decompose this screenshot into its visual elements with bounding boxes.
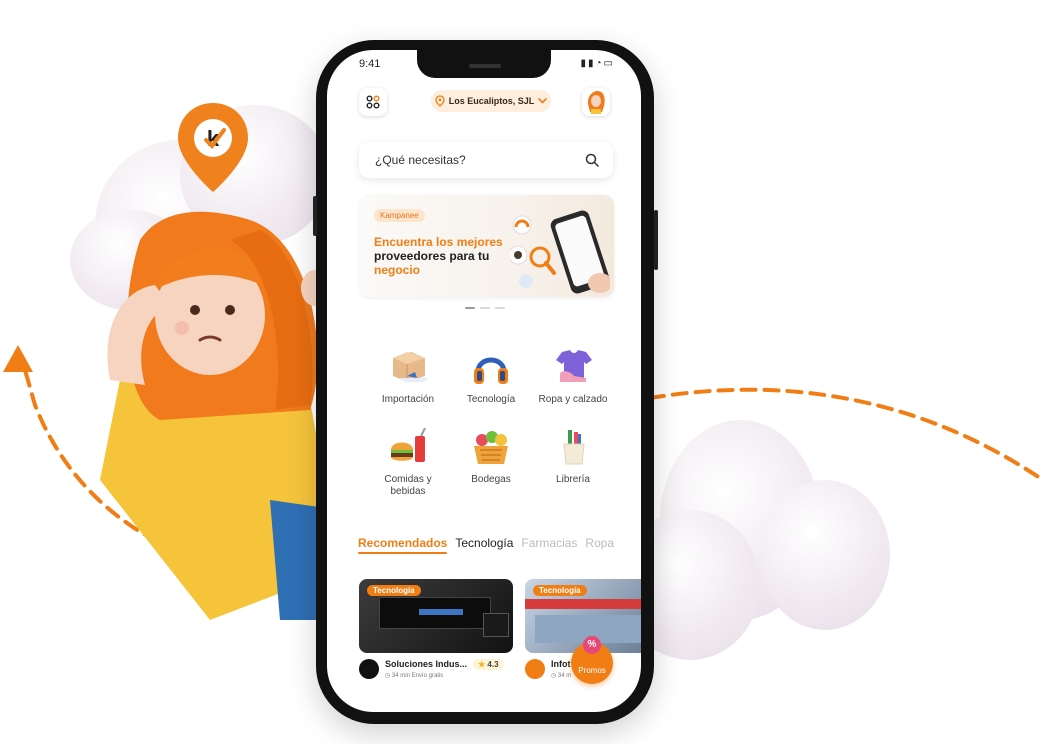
store-category-badge: Tecnología xyxy=(367,585,421,596)
status-icons: ▮▮◔▭ xyxy=(580,58,615,69)
phone-screen: 9:41 ▮▮◔▭ Los Eucaliptos, SJL ¿Qué neces… xyxy=(327,50,641,712)
category-label: Bodegas xyxy=(471,474,511,485)
tab-ropa[interactable]: Ropa xyxy=(585,536,614,550)
category-label: Tecnología xyxy=(466,394,516,405)
tab-recomendados[interactable]: Recomendados xyxy=(358,536,448,554)
promos-label: Promos xyxy=(578,666,606,675)
signal-icon: ▮▮ xyxy=(580,58,596,69)
tab-tecnologia[interactable]: Tecnología xyxy=(455,536,513,550)
store-card[interactable]: Tecnología Soluciones Indus... ★ 4.3 ◷ 3… xyxy=(359,579,513,689)
pencil-cup-icon xyxy=(550,428,596,468)
category-bodegas[interactable]: Bodegas xyxy=(451,428,531,486)
phone-notch xyxy=(417,50,551,78)
avatar-image xyxy=(587,91,605,114)
location-icon xyxy=(435,95,445,107)
category-label: Librería xyxy=(556,474,590,485)
box-plane-icon xyxy=(385,348,431,388)
tab-farmacias[interactable]: Farmacias xyxy=(521,536,577,550)
rating-value: 4.3 xyxy=(487,660,499,669)
battery-icon: ▭ xyxy=(603,58,615,69)
banner-phone-illustration xyxy=(510,210,610,294)
location-label: Los Eucaliptos, SJL xyxy=(448,96,535,106)
banner-headline: Encuentra los mejores proveedores para t… xyxy=(374,235,503,277)
store-meta: ◷ 34 min Envío gratis xyxy=(385,672,443,679)
phone-side-button xyxy=(313,196,317,236)
category-importacion[interactable]: Importación xyxy=(368,348,448,406)
banner-line-2: proveedores para tu xyxy=(374,249,490,263)
category-label: Importación xyxy=(381,394,435,405)
arrow-head-icon xyxy=(3,345,33,372)
clock-icon: ◷ xyxy=(551,673,557,679)
search-icon[interactable] xyxy=(585,153,599,167)
store-meta-text: 34 min Envío gratis xyxy=(391,673,444,679)
banner-line-3: negocio xyxy=(374,263,421,277)
store-meta: ◷ 34 m xyxy=(551,672,571,679)
brand-tag: Kampanee xyxy=(374,209,425,222)
dashed-arrow-right xyxy=(648,387,1042,480)
category-label: Ropa y calzado xyxy=(538,394,608,405)
chevron-down-icon xyxy=(538,98,548,104)
category-comidas-bebidas[interactable]: Comidas y bebidas xyxy=(368,427,448,498)
phone-power-button xyxy=(654,210,658,270)
menu-grid-button[interactable] xyxy=(359,88,387,116)
carousel-dot[interactable] xyxy=(480,307,490,309)
category-libreria[interactable]: Librería xyxy=(533,428,613,486)
grid-icon xyxy=(366,95,380,109)
carousel-dots[interactable] xyxy=(465,307,505,309)
location-selector[interactable]: Los Eucaliptos, SJL xyxy=(431,90,551,112)
basket-icon xyxy=(468,428,514,468)
carousel-dot[interactable] xyxy=(465,307,475,309)
category-label: Comidas y bebidas xyxy=(384,474,432,497)
banner-line-1: Encuentra los mejores xyxy=(374,235,503,249)
carousel-dot[interactable] xyxy=(495,307,505,309)
clock-icon: ◷ xyxy=(385,673,391,679)
store-image: Tecnología xyxy=(359,579,513,653)
category-tabs: Recomendados Tecnología Farmacias Ropa xyxy=(358,536,614,554)
speaker-grille xyxy=(469,64,501,68)
burger-drink-icon xyxy=(385,427,431,468)
category-tecnologia[interactable]: Tecnología xyxy=(451,348,531,406)
percent-icon: % xyxy=(583,636,601,654)
store-rating: ★ 4.3 xyxy=(473,659,504,670)
wifi-icon: ◔ xyxy=(595,58,604,69)
store-logo xyxy=(359,659,379,679)
promos-button[interactable]: % Promos xyxy=(571,636,613,684)
headphones-icon xyxy=(468,348,514,388)
status-time: 9:41 xyxy=(359,58,381,70)
tshirt-shoe-icon xyxy=(550,348,596,388)
store-category-badge: Tecnología xyxy=(533,585,587,596)
store-meta-text: 34 m xyxy=(557,673,572,679)
search-input[interactable]: ¿Qué necesitas? xyxy=(375,153,466,167)
store-name: Infot xyxy=(551,659,571,669)
store-name: Soluciones Indus... xyxy=(385,659,468,669)
promo-banner[interactable]: Kampanee Encuentra los mejores proveedor… xyxy=(360,195,614,297)
star-icon: ★ xyxy=(478,660,486,669)
search-bar[interactable]: ¿Qué necesitas? xyxy=(359,142,613,178)
avatar[interactable] xyxy=(582,88,610,116)
store-logo xyxy=(525,659,545,679)
category-ropa-calzado[interactable]: Ropa y calzado xyxy=(533,348,613,406)
